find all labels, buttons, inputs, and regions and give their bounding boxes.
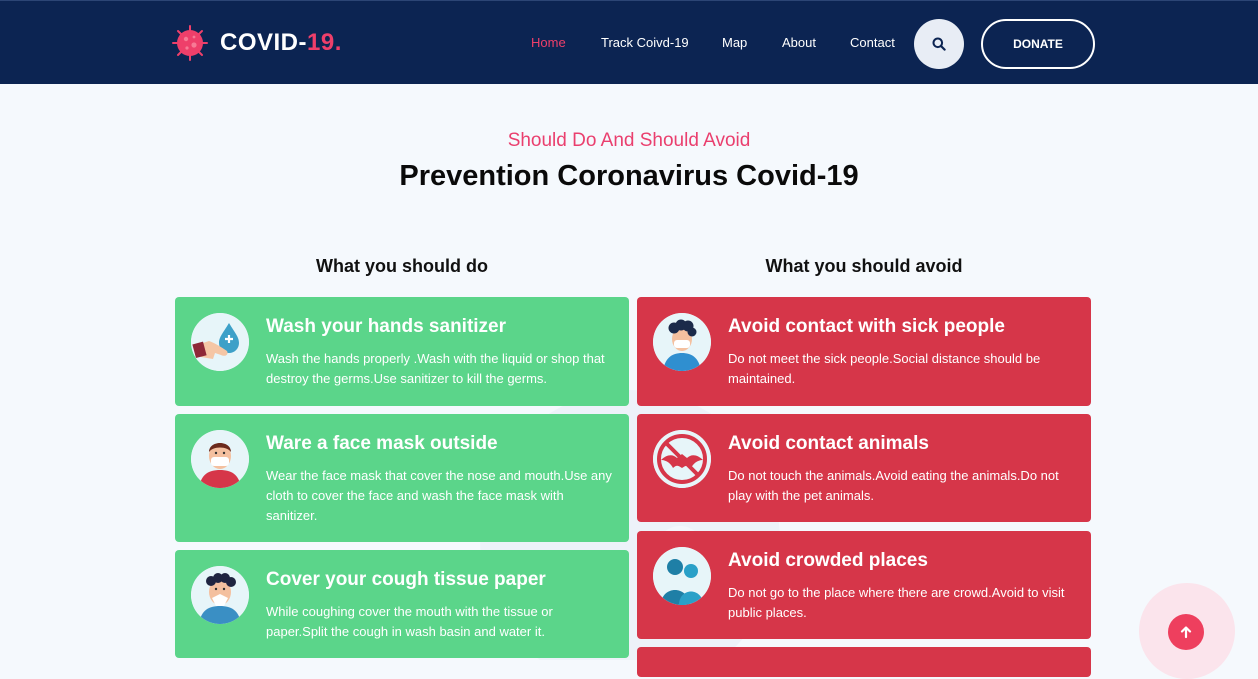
avoid-card-animals: Avoid contact animals Do not touch the a… <box>637 414 1091 522</box>
crowd-icon <box>653 547 711 605</box>
no-bat-icon <box>653 430 711 488</box>
section-title: Prevention Coronavirus Covid-19 <box>399 160 859 192</box>
do-column-heading: What you should do <box>316 256 488 276</box>
do-card-face-mask: Ware a face mask outside Wear the face m… <box>175 414 629 542</box>
avoid-card-crowded-places: Avoid crowded places Do not go to the pl… <box>637 531 1091 639</box>
avoid-card-partial <box>637 647 1091 677</box>
card-description: Do not touch the animals.Avoid eating th… <box>728 468 1059 503</box>
do-card-cover-cough: Cover your cough tissue paper While coug… <box>175 550 629 658</box>
logo-text: COVID-19. <box>220 29 342 57</box>
navbar: COVID-19. Home Track Coivd-19 Map About … <box>0 0 1258 84</box>
cough-tissue-icon <box>191 566 249 624</box>
avoid-card-sick-people: Avoid contact with sick people Do not me… <box>637 297 1091 406</box>
card-title: Avoid contact with sick people <box>728 316 1005 337</box>
search-button[interactable] <box>914 19 964 69</box>
card-description: Wear the face mask that cover the nose a… <box>266 468 612 523</box>
logo[interactable]: COVID-19. <box>172 25 342 61</box>
avoid-column-heading: What you should avoid <box>765 256 963 276</box>
hand-wash-icon <box>191 313 249 371</box>
arrow-up-icon <box>1180 626 1192 639</box>
nav-link-contact[interactable]: Contact <box>850 35 895 50</box>
logo-text-main: COVID- <box>220 29 307 56</box>
card-description: Wash the hands properly .Wash with the l… <box>266 351 605 386</box>
nav-link-about[interactable]: About <box>782 35 816 50</box>
card-title: Cover your cough tissue paper <box>266 569 546 590</box>
nav-link-map[interactable]: Map <box>722 35 747 50</box>
face-mask-icon <box>191 430 249 488</box>
card-title: Avoid contact animals <box>728 433 929 454</box>
nav-link-track[interactable]: Track Coivd-19 <box>601 35 689 50</box>
card-description: Do not go to the place where there are c… <box>728 585 1065 620</box>
sick-person-icon <box>653 313 711 371</box>
nav-link-home[interactable]: Home <box>531 35 566 50</box>
do-card-wash-hands: Wash your hands sanitizer Wash the hands… <box>175 297 629 406</box>
section-subtitle: Should Do And Should Avoid <box>507 130 751 151</box>
donate-button[interactable]: DONATE <box>981 19 1095 69</box>
virus-logo-icon <box>172 25 208 61</box>
card-title: Avoid crowded places <box>728 550 928 571</box>
search-icon <box>932 37 946 51</box>
logo-text-accent: 19. <box>307 29 342 56</box>
card-title: Wash your hands sanitizer <box>266 316 507 337</box>
scroll-to-top-button[interactable] <box>1168 614 1204 650</box>
card-title: Ware a face mask outside <box>266 433 498 454</box>
card-description: Do not meet the sick people.Social dista… <box>728 351 1041 386</box>
card-description: While coughing cover the mouth with the … <box>266 604 553 639</box>
